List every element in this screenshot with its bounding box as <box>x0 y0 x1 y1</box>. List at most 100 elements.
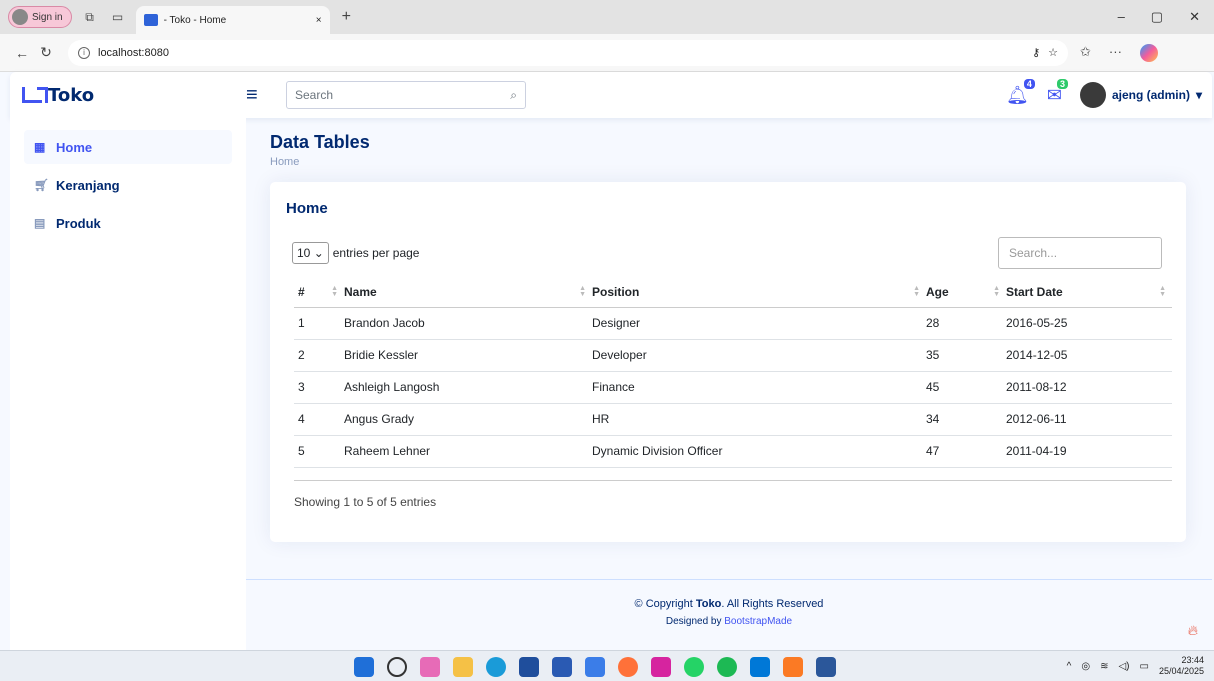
tab-title: - Toko - Home <box>163 14 227 26</box>
sidebar-item-keranjang[interactable]: 🛒︎ Keranjang <box>24 168 232 202</box>
logo-mark-icon <box>22 87 48 103</box>
column-header-start-date[interactable]: Start Date ▲ ▼ <box>1006 277 1172 308</box>
brand-logo[interactable]: Toko <box>10 85 246 106</box>
vscode-icon[interactable] <box>750 657 770 677</box>
address-bar-row: ← ↻ i localhost:8080 ⚷ ☆ ✩ ··· <box>0 34 1214 72</box>
message-count-badge: 3 <box>1056 78 1068 89</box>
sidebar-item-label: Home <box>56 139 93 155</box>
word-icon[interactable] <box>816 657 836 677</box>
favorites-icon[interactable]: ✩ <box>1080 44 1091 62</box>
minimize-icon[interactable]: – <box>1118 9 1125 25</box>
designer-link[interactable]: BootstrapMade <box>724 616 792 627</box>
table-search-input[interactable]: Search... <box>998 237 1162 269</box>
brand-name: Toko <box>48 84 95 106</box>
tab-close-icon[interactable]: × <box>316 15 322 26</box>
store-icon[interactable] <box>519 657 539 677</box>
cart-icon: 🛒︎ <box>34 178 50 192</box>
edge-icon[interactable] <box>486 657 506 677</box>
column-header-name[interactable]: Name ▲ ▼ <box>344 277 592 308</box>
wifi-icon[interactable]: ≋ <box>1100 661 1108 672</box>
sidebar-item-produk[interactable]: ▤ Produk <box>24 206 232 240</box>
instagram-icon[interactable] <box>651 657 671 677</box>
table-search-placeholder: Search... <box>1009 246 1058 260</box>
system-tray: ^ ◎ ≋ ◁) ▭ 23:44 25/04/2025 <box>1067 655 1204 677</box>
clock[interactable]: 23:44 25/04/2025 <box>1159 655 1204 677</box>
table-row: 5 Raheem Lehner Dynamic Division Officer… <box>294 435 1172 468</box>
url-text: localhost:8080 <box>98 46 169 59</box>
data-table-card: Home 10 ⌄ entries per page Search... # ▲ ▼… <box>270 182 1186 542</box>
notification-count-badge: 4 <box>1023 78 1035 89</box>
spotify-icon[interactable] <box>717 657 737 677</box>
xampp-icon[interactable] <box>783 657 803 677</box>
per-page-label: entries per page <box>332 246 420 260</box>
battery-icon[interactable]: ▭ <box>1140 661 1149 672</box>
maximize-icon[interactable]: ▢ <box>1151 9 1163 25</box>
sidebar-item-label: Produk <box>56 215 101 231</box>
chevron-down-icon: ▾ <box>1195 88 1202 102</box>
profile-dropdown[interactable]: ajeng (admin) ▾ <box>1079 82 1202 108</box>
address-bar[interactable]: i localhost:8080 ⚷ ☆ <box>68 39 1068 66</box>
firefox-icon[interactable] <box>618 657 638 677</box>
flame-icon[interactable]: 🔥︎ <box>1188 622 1198 639</box>
key-icon[interactable]: ⚷ <box>1032 46 1040 59</box>
workspaces-icon[interactable]: ⧉ <box>80 7 100 27</box>
profile-avatar-icon <box>12 9 28 25</box>
volume-icon[interactable]: ◁) <box>1118 661 1129 672</box>
file-explorer-icon[interactable] <box>453 657 473 677</box>
signin-button[interactable]: Sign in <box>8 6 72 28</box>
search-input[interactable]: Search ⌕ <box>286 81 526 109</box>
favorite-star-icon[interactable]: ☆ <box>1048 46 1058 59</box>
page-title-block: Data Tables Home <box>270 132 370 168</box>
browser-tab-active[interactable]: - Toko - Home × <box>135 6 330 34</box>
signin-label: Sign in <box>32 11 63 23</box>
copilot-icon[interactable] <box>1139 43 1158 62</box>
back-icon[interactable]: ← <box>10 45 34 61</box>
os-taskbar: ^ ◎ ≋ ◁) ▭ 23:44 25/04/2025 <box>0 650 1214 681</box>
column-header-position[interactable]: Position ▲ ▼ <box>592 277 926 308</box>
copyright: © Copyright Toko. All Rights Reserved <box>634 598 824 610</box>
start-icon[interactable] <box>354 657 374 677</box>
data-table: # ▲ ▼ Name ▲ ▼ Position ▲ ▼ Age ▲ ▼ Start Date ▲ ▼… <box>294 277 1172 468</box>
table-row: 2 Bridie Kessler Developer 35 2014-12-05 <box>294 339 1172 372</box>
app-blue-icon[interactable] <box>585 657 605 677</box>
page-title: Data Tables <box>270 132 370 152</box>
table-row: 4 Angus Grady HR 34 2012-06-11 <box>294 403 1172 436</box>
designed-by: Designed by BootstrapMade <box>665 616 793 627</box>
search-icon[interactable]: ⌕ <box>510 88 517 103</box>
close-window-icon[interactable]: ✕ <box>1189 9 1200 25</box>
more-menu-icon[interactable]: ··· <box>1109 44 1122 62</box>
site-favicon-icon <box>143 14 158 26</box>
breadcrumb[interactable]: Home <box>270 156 370 168</box>
window-controls: – ▢ ✕ <box>1118 9 1206 25</box>
network-icon[interactable]: ◎ <box>1081 661 1090 672</box>
messages-icon[interactable]: ✉︎ 3 <box>1047 78 1068 106</box>
list-icon: ▤ <box>34 216 46 230</box>
table-bottom-divider <box>294 479 1172 481</box>
refresh-icon[interactable]: ↻ <box>34 44 58 61</box>
profile-name: ajeng (admin) <box>1111 88 1190 102</box>
page-footer: © Copyright Toko. All Rights Reserved De… <box>246 579 1212 649</box>
table-row: 3 Ashleigh Langosh Finance 45 2011-08-12 <box>294 371 1172 404</box>
app-l-icon[interactable] <box>552 657 572 677</box>
search-taskbar-icon[interactable] <box>387 657 407 677</box>
column-header-age[interactable]: Age ▲ ▼ <box>926 277 1006 308</box>
chevron-up-icon[interactable]: ^ <box>1067 661 1072 672</box>
table-row: 1 Brandon Jacob Designer 28 2016-05-25 <box>294 307 1172 340</box>
column-header-number[interactable]: # ▲ ▼ <box>294 277 344 308</box>
per-page-select[interactable]: 10 ⌄ <box>292 242 329 264</box>
sidebar-item-label: Keranjang <box>56 177 120 193</box>
site-info-icon[interactable]: i <box>78 46 90 59</box>
tab-actions-icon[interactable]: ▭ <box>108 7 128 27</box>
grid-icon: ▦ <box>34 140 46 154</box>
browser-tab-bar: Sign in ⧉ ▭ - Toko - Home × + – ▢ ✕ <box>0 0 1214 34</box>
notifications-bell-icon[interactable]: 🔔︎ 4 <box>1006 78 1035 106</box>
sidebar-item-home[interactable]: ▦ Home <box>24 130 232 164</box>
table-info: Showing 1 to 5 of 5 entries <box>294 494 437 509</box>
copilot-taskbar-icon[interactable] <box>420 657 440 677</box>
menu-toggle-icon[interactable]: ≡ <box>246 84 286 107</box>
entries-per-page: 10 ⌄ entries per page <box>292 242 419 264</box>
sidebar: ▦ Home 🛒︎ Keranjang ▤ Produk <box>10 118 246 650</box>
whatsapp-icon[interactable] <box>684 657 704 677</box>
new-tab-button[interactable]: + <box>342 8 351 26</box>
search-placeholder: Search <box>295 88 334 102</box>
